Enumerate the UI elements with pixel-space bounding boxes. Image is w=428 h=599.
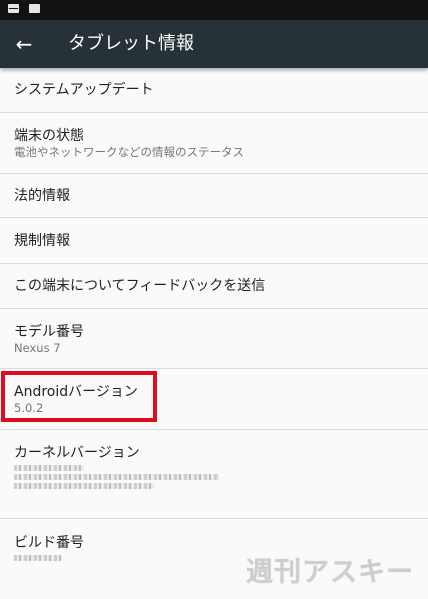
status-bar: [0, 0, 428, 20]
list-item-model-number[interactable]: モデル番号 Nexus 7: [0, 309, 428, 369]
item-subtitle: 電池やネットワークなどの情報のステータス: [14, 145, 244, 159]
settings-list: システムアップデート 端末の状態 電池やネットワークなどの情報のステータス 法的…: [0, 68, 428, 581]
back-arrow-icon: ←: [15, 32, 33, 56]
list-item-system-update[interactable]: システムアップデート: [0, 68, 428, 113]
blurred-text: [14, 483, 154, 489]
item-subtitle: Nexus 7: [14, 341, 61, 355]
highlight-box: [1, 371, 157, 422]
item-title: この端末についてフィードバックを送信: [14, 278, 266, 294]
item-title: 規制情報: [14, 233, 70, 249]
blurred-text: [14, 555, 62, 561]
blurred-text: [14, 465, 84, 471]
item-title: カーネルバージョン: [14, 445, 140, 461]
list-item-kernel-version[interactable]: カーネルバージョン: [0, 430, 428, 519]
list-item-device-status[interactable]: 端末の状態 電池やネットワークなどの情報のステータス: [0, 113, 428, 174]
list-item-regulatory-info[interactable]: 規制情報: [0, 218, 428, 264]
notification-icon: [29, 4, 40, 13]
item-title: システムアップデート: [14, 82, 154, 98]
watermark-logo: 週刊アスキー: [246, 557, 414, 588]
mail-icon: [8, 4, 19, 13]
page-title: タブレット情報: [68, 33, 194, 54]
back-button[interactable]: ←: [0, 20, 48, 68]
blurred-text: [14, 474, 219, 480]
list-item-legal-info[interactable]: 法的情報: [0, 174, 428, 218]
app-bar: ← タブレット情報: [0, 20, 428, 68]
item-title: 端末の状態: [14, 128, 84, 144]
item-title: 法的情報: [14, 188, 70, 204]
item-title: モデル番号: [14, 324, 84, 340]
list-item-send-feedback[interactable]: この端末についてフィードバックを送信: [0, 264, 428, 309]
